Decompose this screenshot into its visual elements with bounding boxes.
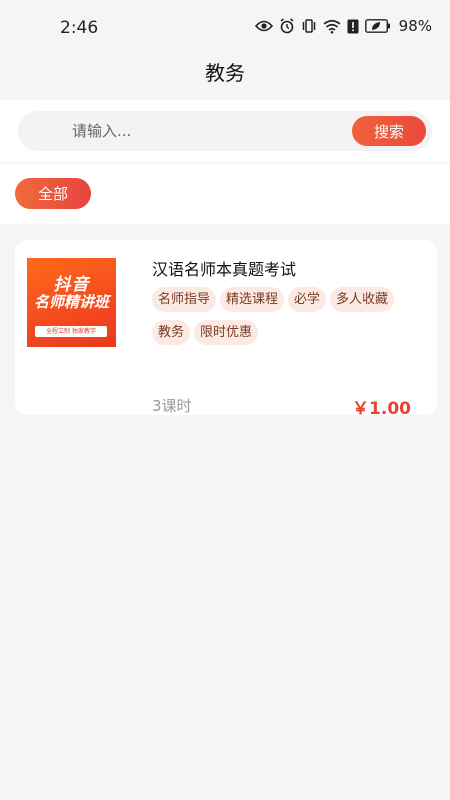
cover-line2: 名师精讲班 xyxy=(33,293,109,311)
course-tag: 必学 xyxy=(288,287,327,312)
title-bar: 教务 xyxy=(0,56,450,100)
battery-percent: 98% xyxy=(398,17,432,35)
vibrate-icon xyxy=(302,19,315,33)
search-button[interactable]: 搜索 xyxy=(352,116,426,146)
course-tag: 教务 xyxy=(152,320,191,345)
alarm-icon xyxy=(280,18,294,34)
status-icons: 98% xyxy=(254,17,432,35)
wifi-icon xyxy=(323,19,341,34)
status-time: 2:46 xyxy=(60,18,99,38)
cover-note: 全程立制 独家教学 xyxy=(46,328,96,335)
page-title: 教务 xyxy=(205,61,245,85)
status-bar: 2:46 98% xyxy=(0,0,450,56)
course-tag: 精选课程 xyxy=(220,287,285,312)
alert-icon xyxy=(347,19,359,33)
search-input[interactable] xyxy=(72,111,342,151)
filter-chip-all[interactable]: 全部 xyxy=(15,178,91,209)
course-tag: 多人收藏 xyxy=(330,287,395,312)
course-tag: 限时优惠 xyxy=(194,320,259,345)
course-cover-image[interactable]: 抖音 名师精讲班 全程立制 独家教学 xyxy=(27,258,116,347)
course-tag: 名师指导 xyxy=(152,287,217,312)
eye-icon xyxy=(254,20,273,32)
course-title[interactable]: 汉语名师本真题考试 xyxy=(152,256,296,280)
search-box: 搜索 xyxy=(18,111,432,151)
course-lessons: 3课时 xyxy=(152,397,192,415)
course-tags: 名师指导 精选课程 必学 多人收藏 教务 限时优惠 xyxy=(152,287,412,345)
course-price: ￥1.00 xyxy=(352,399,411,419)
filter-bar: 全部 xyxy=(0,164,450,224)
search-section: 搜索 xyxy=(0,100,450,162)
course-card[interactable]: 抖音 名师精讲班 全程立制 独家教学 汉语名师本真题考试 名师指导 精选课程 必… xyxy=(15,240,437,419)
battery-icon xyxy=(364,19,390,33)
